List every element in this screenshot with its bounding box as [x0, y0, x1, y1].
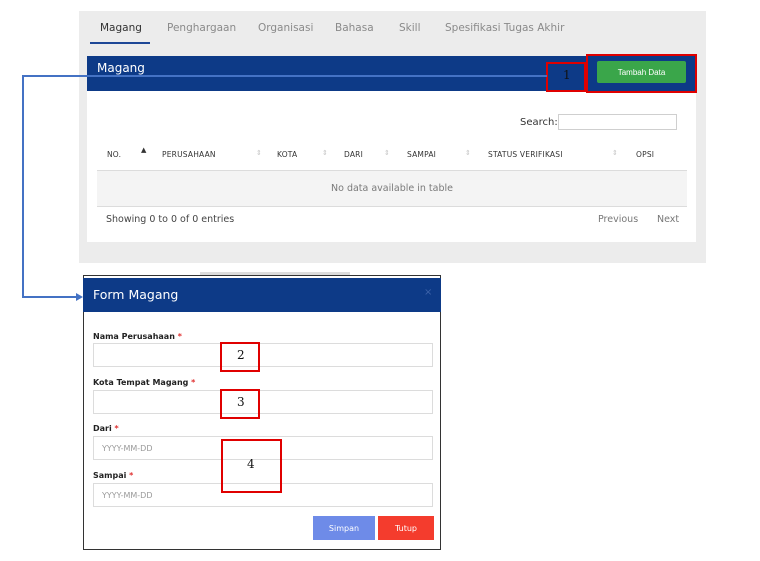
sort-icon[interactable]: ⇕: [465, 149, 471, 157]
col-header-kota[interactable]: KOTA: [277, 150, 297, 159]
annotation-number-4: 4: [247, 457, 255, 471]
next-page-link[interactable]: Next: [657, 214, 679, 225]
close-icon[interactable]: ×: [424, 287, 432, 298]
arrow-head-icon: [76, 293, 83, 301]
active-tab-indicator: [90, 42, 150, 44]
modal-title: Form Magang: [93, 287, 179, 302]
kota-tempat-magang-input[interactable]: [93, 390, 433, 414]
tab-penghargaan[interactable]: Penghargaan: [167, 22, 236, 34]
search-input[interactable]: [558, 114, 677, 130]
field-label-dari: Dari *: [93, 424, 119, 433]
empty-table-row: No data available in table: [97, 171, 687, 207]
field-label-sampai: Sampai *: [93, 471, 134, 480]
card-title: Magang: [97, 61, 145, 75]
nama-perusahaan-input[interactable]: [93, 343, 433, 367]
annotation-number-2: 2: [237, 348, 245, 362]
sort-asc-icon[interactable]: ▲: [141, 146, 146, 154]
col-header-opsi[interactable]: OPSI: [636, 150, 654, 159]
connector-line-top: [22, 75, 547, 77]
save-button[interactable]: Simpan: [313, 516, 375, 540]
table-info: Showing 0 to 0 of 0 entries: [106, 214, 235, 225]
field-label-nama-perusahaan: Nama Perusahaan *: [93, 332, 182, 341]
tab-spesifikasi-tugas-akhir[interactable]: Spesifikasi Tugas Akhir: [445, 22, 564, 34]
col-header-no[interactable]: NO.: [107, 150, 121, 159]
close-button[interactable]: Tutup: [378, 516, 434, 540]
tab-bar: Magang Penghargaan Organisasi Bahasa Ski…: [87, 12, 687, 44]
sort-icon[interactable]: ⇕: [322, 149, 328, 157]
sort-icon[interactable]: ⇕: [256, 149, 262, 157]
field-label-kota-tempat-magang: Kota Tempat Magang *: [93, 378, 196, 387]
tab-organisasi[interactable]: Organisasi: [258, 22, 313, 34]
sort-icon[interactable]: ⇕: [384, 149, 390, 157]
col-header-status-verifikasi[interactable]: STATUS VERIFIKASI: [488, 150, 563, 159]
annotation-number-1: 1: [563, 68, 571, 82]
tab-bahasa[interactable]: Bahasa: [335, 22, 374, 34]
annotation-number-3: 3: [237, 395, 245, 409]
search-label: Search:: [520, 117, 558, 128]
tab-skill[interactable]: Skill: [399, 22, 421, 34]
tab-magang[interactable]: Magang: [100, 22, 142, 34]
sort-icon[interactable]: ⇕: [612, 149, 618, 157]
col-header-dari[interactable]: DARI: [344, 150, 363, 159]
col-header-perusahaan[interactable]: PERUSAHAAN: [162, 150, 216, 159]
col-header-sampai[interactable]: SAMPAI: [407, 150, 436, 159]
previous-page-link[interactable]: Previous: [598, 214, 638, 225]
connector-line-vertical: [22, 75, 24, 297]
connector-line-bottom: [22, 296, 77, 298]
annotation-box-add-button: [586, 54, 697, 93]
